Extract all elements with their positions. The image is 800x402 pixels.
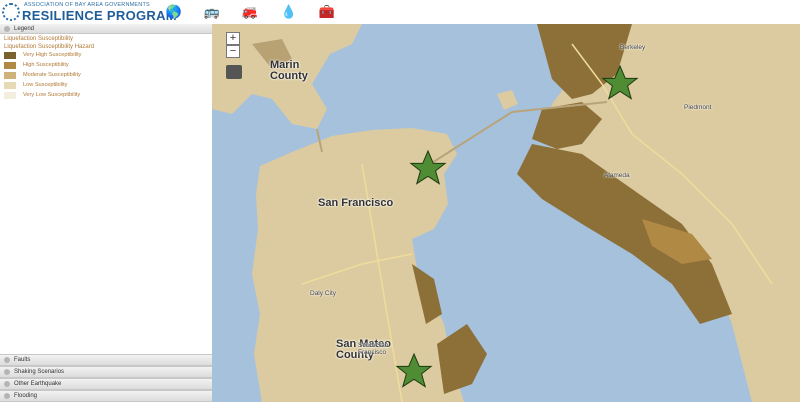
earth-globe-icon[interactable]: 🌎 (164, 3, 184, 21)
abag-logo: ASSOCIATION OF BAY AREA GOVERNMENTS RESI… (2, 1, 177, 23)
warning-box-icon[interactable]: 🧰 (317, 3, 337, 21)
layer-subtitle: Liquefaction Susceptibility Hazard (4, 44, 95, 50)
legend-list: Very High Susceptibility High Susceptibi… (0, 50, 212, 100)
label-berkeley: Berkeley (620, 44, 646, 51)
panel-shaking-scenarios[interactable]: Shaking Scenarios (0, 366, 212, 378)
legend-label: Moderate Susceptibility (23, 72, 81, 78)
app-header: ASSOCIATION OF BAY AREA GOVERNMENTS RESI… (0, 0, 800, 25)
legend-item: Moderate Susceptibility (0, 70, 212, 80)
home-icon[interactable] (226, 65, 242, 79)
panel-label: Shaking Scenarios (14, 369, 65, 375)
panel-faults[interactable]: Faults (0, 354, 212, 366)
school-bus-icon[interactable]: 🚌 (202, 3, 222, 21)
legend-header[interactable]: Legend (0, 24, 212, 34)
label-piedmont: Piedmont (684, 104, 712, 111)
panel-label: Flooding (14, 393, 38, 399)
layer-title: Liquefaction Susceptibility (4, 36, 74, 42)
label-alameda: Alameda (604, 172, 630, 179)
layer-panels: Faults Shaking Scenarios Other Earthquak… (0, 354, 212, 402)
legend-label: High Susceptibility (23, 62, 69, 68)
legend-swatch (4, 51, 16, 59)
legend-header-label: Legend (14, 25, 35, 32)
map-view[interactable]: + − Marin County San Francisco San Mateo… (212, 24, 800, 402)
collapse-icon[interactable] (4, 25, 10, 32)
legend-item: Very High Susceptibility (0, 50, 212, 60)
legend-swatch (4, 61, 16, 69)
zoom-in-button[interactable]: + (226, 32, 240, 45)
sidebar: Legend Liquefaction Susceptibility Lique… (0, 24, 213, 402)
legend-item: High Susceptibility (0, 60, 212, 70)
label-san-francisco: San Francisco (318, 197, 394, 209)
expand-icon[interactable] (4, 357, 10, 363)
fire-truck-icon[interactable]: 🚒 (240, 3, 260, 21)
panel-label: Other Earthquake (14, 381, 62, 387)
label-daly-city: Daly City (310, 290, 337, 297)
label-south-san-francisco: South San Francisco (358, 342, 389, 356)
panel-other-earthquake[interactable]: Other Earthquake (0, 378, 212, 390)
legend-swatch (4, 71, 16, 79)
water-drop-icon[interactable]: 💧 (279, 3, 299, 21)
legend-label: Very Low Susceptibility (23, 92, 81, 98)
logo-title: RESILIENCE PROGRAM (22, 8, 177, 23)
legend-item: Low Susceptibility (0, 80, 212, 90)
expand-icon[interactable] (4, 381, 10, 387)
legend-label: Very High Susceptibility (23, 52, 82, 58)
legend-label: Low Susceptibility (23, 82, 68, 88)
legend-item: Very Low Susceptibility (0, 90, 212, 100)
expand-icon[interactable] (4, 393, 10, 399)
panel-label: Faults (14, 357, 31, 363)
panel-flooding[interactable]: Flooding (0, 390, 212, 402)
legend-swatch (4, 91, 16, 99)
zoom-out-button[interactable]: − (226, 45, 240, 58)
legend-swatch (4, 81, 16, 89)
expand-icon[interactable] (4, 369, 10, 375)
label-marin-county: Marin County (270, 59, 308, 82)
logo-ring-icon (2, 3, 20, 21)
